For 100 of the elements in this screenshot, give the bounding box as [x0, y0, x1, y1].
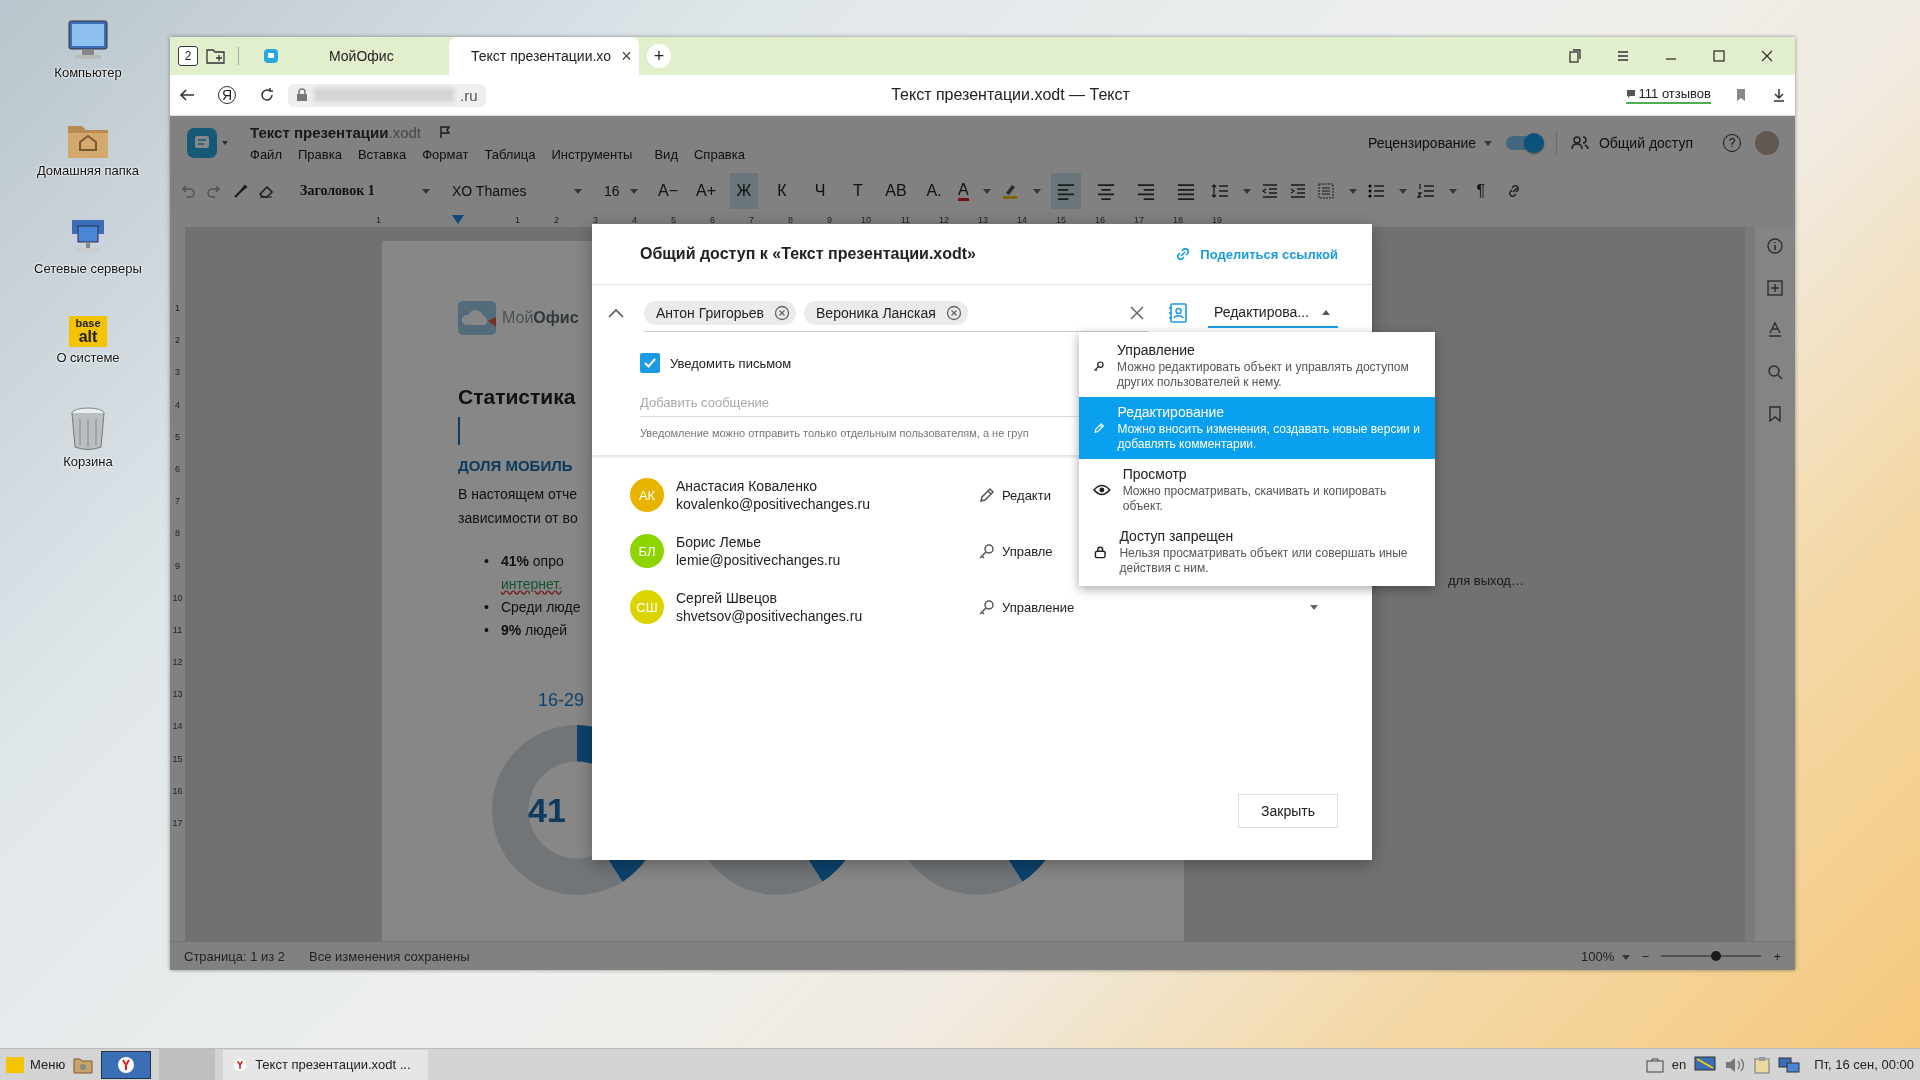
desktop-icon-label[interactable]: Домашняя папка [36, 163, 140, 178]
close-icon[interactable] [1759, 48, 1775, 64]
contacts-icon[interactable] [1168, 303, 1188, 323]
checkbox[interactable] [640, 353, 660, 373]
format-button[interactable]: Ж [730, 173, 758, 209]
address-field[interactable]: .ru [288, 83, 486, 107]
eraser-icon[interactable] [258, 183, 274, 199]
desktop-icon-label[interactable]: О системе [56, 350, 120, 365]
keyboard-layout[interactable]: en [1671, 1057, 1687, 1072]
menu-icon[interactable] [1615, 48, 1631, 64]
role-dropdown[interactable]: Управление [978, 598, 1338, 616]
menu-item[interactable]: Вставка [357, 146, 407, 162]
decrease-indent-icon[interactable] [1260, 182, 1279, 200]
format-button[interactable]: К [768, 173, 796, 209]
zoom-in-button[interactable]: + [1773, 948, 1781, 964]
menu-item[interactable]: Правка [297, 146, 342, 162]
clipboard-icon[interactable] [1754, 1055, 1771, 1074]
browser-tab[interactable]: МойОфис [251, 37, 441, 75]
menu-item[interactable]: Вид [654, 146, 678, 162]
browser-taskbar-button[interactable] [101, 1050, 152, 1079]
menu-item[interactable]: Файл [250, 146, 282, 162]
share-button[interactable]: Общий доступ [1570, 134, 1693, 151]
format-button[interactable]: АВ [882, 173, 910, 209]
reload-icon[interactable] [258, 86, 276, 104]
maximize-icon[interactable] [1711, 48, 1727, 64]
taskbar-window-button[interactable]: Текст презентации.xodt ... [223, 1049, 429, 1080]
format-button[interactable]: Т [844, 173, 872, 209]
style-select[interactable]: Заголовок 1 [294, 177, 436, 205]
app-logo-button[interactable] [186, 126, 228, 159]
undo-icon[interactable] [180, 183, 196, 199]
bookmark-icon[interactable] [1766, 405, 1784, 423]
redo-icon[interactable] [206, 183, 222, 199]
share-link-button[interactable]: Поделиться ссылкой [1174, 245, 1338, 263]
close-tab-button[interactable]: × [621, 45, 632, 67]
flag-icon[interactable] [439, 125, 452, 139]
zoom-select[interactable]: 100% [1580, 948, 1630, 964]
search-icon[interactable] [1766, 363, 1784, 381]
menu-item[interactable]: Таблица [484, 146, 536, 162]
desktop-icon-label[interactable]: Компьютер [54, 65, 122, 80]
desktop-icon-label[interactable]: Сетевые серверы [34, 261, 142, 276]
recipient-chip[interactable]: Антон Григорьев [644, 300, 797, 325]
base-alt-logo[interactable]: base alt [69, 316, 107, 347]
computer-icon[interactable] [66, 18, 110, 62]
monitor-icon[interactable] [1694, 1055, 1717, 1074]
browser-tab[interactable]: Текст презентации.xo × [449, 37, 639, 75]
role-select[interactable]: Редактирова... [1208, 298, 1338, 328]
increase-indent-icon[interactable] [1288, 182, 1307, 200]
remove-circle-icon[interactable] [774, 304, 791, 321]
remove-circle-icon[interactable] [945, 304, 962, 321]
collapse-chevron-icon[interactable] [608, 308, 624, 318]
start-menu-button[interactable]: Меню [6, 1056, 66, 1073]
align-button[interactable] [1050, 173, 1081, 209]
font-size-select[interactable]: 16 [598, 177, 644, 205]
review-toggle[interactable] [1505, 135, 1542, 150]
menu-item[interactable]: Формат [422, 146, 469, 162]
document-link[interactable]: интернет. [500, 573, 563, 596]
briefcase-icon[interactable] [1645, 1056, 1664, 1073]
file-manager-icon[interactable] [73, 1055, 94, 1074]
checkbox-label[interactable]: Уведомить письмом [670, 355, 792, 371]
initials-avatar: СШ [630, 590, 664, 624]
role-option[interactable]: Просмотр Можно просматривать, скачивать и копировать объект. [1079, 459, 1435, 521]
menu-item[interactable]: Инструменты [551, 146, 633, 162]
paint-brush-icon[interactable] [232, 183, 248, 199]
role-option[interactable]: Доступ запрещен Нельзя просматривать объект или совершать иные действия с ним. [1079, 521, 1435, 583]
numbered-list-icon[interactable] [1416, 182, 1435, 200]
network-icon[interactable] [1778, 1055, 1801, 1074]
format-button[interactable]: А. [920, 173, 948, 209]
indent-marker-icon[interactable] [452, 215, 464, 225]
font-color-button[interactable]: A [958, 181, 969, 201]
format-button[interactable]: A− [654, 173, 682, 209]
speaker-icon[interactable] [1724, 1055, 1747, 1074]
zoom-out-button[interactable]: − [1641, 948, 1650, 964]
close-button[interactable]: Закрыть [1238, 794, 1338, 828]
line-spacing-icon[interactable] [1210, 182, 1229, 200]
trash-can-icon[interactable] [68, 405, 108, 451]
review-mode-dropdown[interactable]: Рецензирование [1367, 134, 1492, 151]
bulleted-list-icon[interactable] [1366, 182, 1385, 200]
recipient-chip[interactable]: Вероника Ланская [804, 300, 968, 325]
highlighter-icon[interactable] [1000, 182, 1019, 200]
reviews-button[interactable]: 111 отзывов [1625, 86, 1711, 104]
paragraph-marks-button[interactable]: ¶ [1466, 173, 1495, 209]
menu-item[interactable]: Справка [694, 146, 745, 162]
text-frame-icon[interactable] [1316, 182, 1335, 200]
spellcheck-icon[interactable] [1766, 321, 1784, 339]
format-button[interactable]: Ч [806, 173, 834, 209]
new-tab-button[interactable]: + [647, 44, 671, 68]
role-option[interactable]: Редактирование Можно вносить изменения, создавать новые версии и добавлять комментарии. [1079, 397, 1435, 459]
font-select[interactable]: XO Thames [446, 177, 588, 205]
format-button[interactable]: A+ [692, 173, 720, 209]
info-icon[interactable] [1766, 237, 1784, 255]
zoom-slider-thumb[interactable] [1711, 951, 1722, 961]
clear-icon[interactable] [1130, 305, 1144, 320]
clock[interactable]: Пт, 16 сен, 00:00 [1814, 1057, 1914, 1072]
download-icon[interactable] [1771, 87, 1787, 103]
ruler-number: 14 [172, 721, 183, 734]
new-folder-icon[interactable] [206, 48, 226, 64]
desktop-icon-label[interactable]: Корзина [63, 454, 113, 469]
tab-counter-button[interactable]: 2 [178, 46, 198, 66]
add-box-icon[interactable] [1766, 279, 1784, 297]
tabs-icon[interactable] [1567, 48, 1583, 64]
